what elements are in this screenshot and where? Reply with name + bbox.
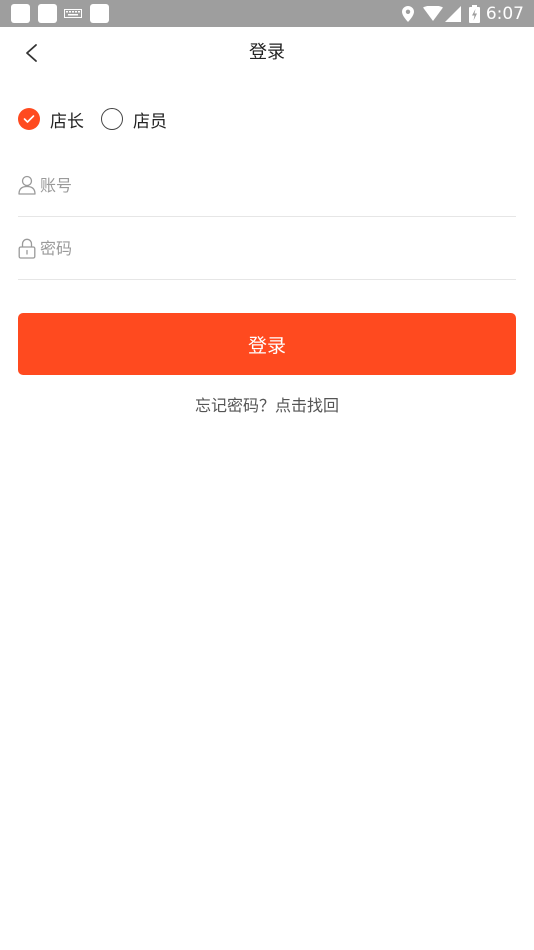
user-icon [18,175,36,195]
battery-charging-icon [468,4,480,23]
lock-icon [18,238,36,259]
notification-square-icon [90,4,109,23]
chevron-left-icon [26,44,37,62]
keyboard-icon [64,9,82,18]
radio-unchecked-icon [101,108,123,130]
role-label-clerk: 店员 [133,111,167,132]
role-selector: 店长 店员 [18,105,184,133]
notification-square-icon [11,4,30,23]
password-input[interactable] [40,238,480,258]
nav-bar: 登录 [0,27,534,79]
back-button[interactable] [18,39,46,67]
role-radio-clerk[interactable]: 店员 [101,107,167,132]
account-field [18,154,516,217]
account-input[interactable] [40,175,480,195]
forgot-password-link[interactable]: 忘记密码？点击找回 [0,392,534,416]
cell-signal-icon [444,5,461,22]
password-field [18,217,516,280]
checkmark-icon [23,115,35,123]
status-bar: 6:07 [0,0,534,27]
page-title: 登录 [249,42,285,63]
wifi-icon [422,6,443,21]
status-icons: 6:07 [401,0,524,27]
role-radio-manager[interactable]: 店长 [18,107,84,132]
location-icon [401,5,414,22]
notification-square-icon [38,4,57,23]
login-button[interactable]: 登录 [18,313,516,375]
radio-checked-icon [18,108,40,130]
status-time: 6:07 [485,3,524,24]
role-label-manager: 店长 [50,111,84,132]
